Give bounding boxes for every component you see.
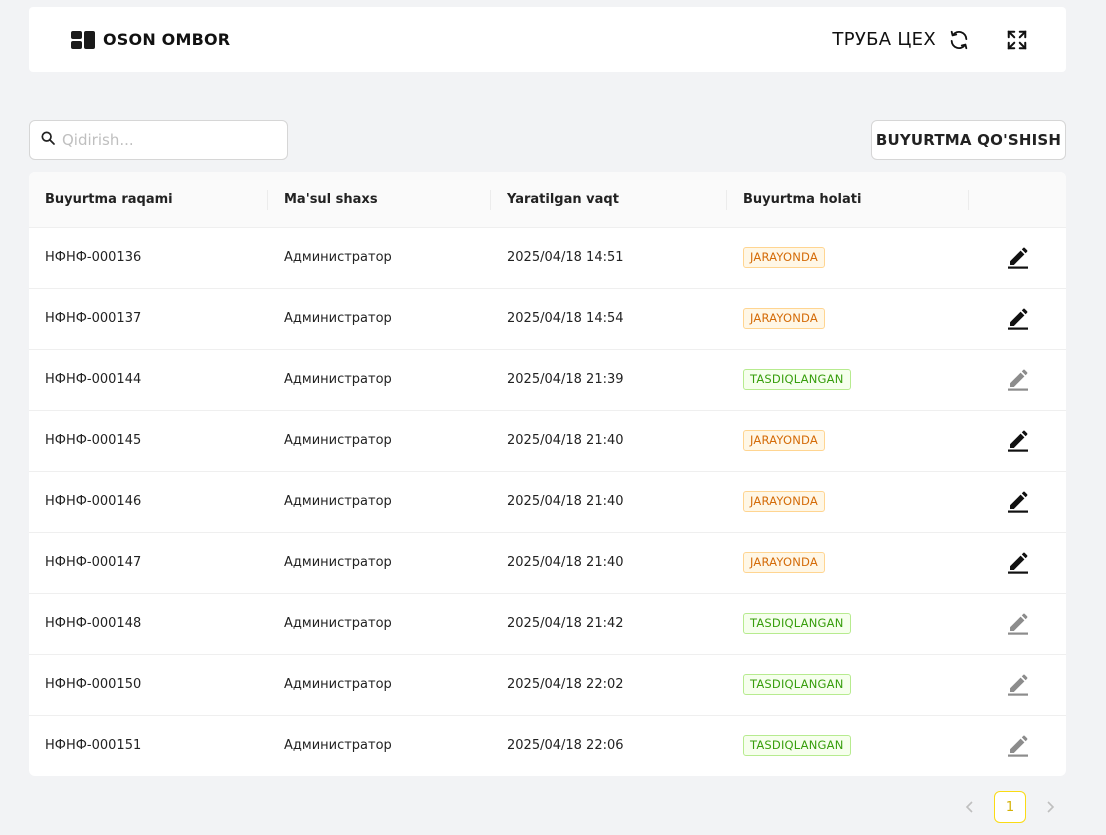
status-cell: JARAYONDA	[727, 410, 969, 471]
created-time: 2025/04/18 22:02	[507, 677, 624, 692]
status-badge: JARAYONDA	[743, 430, 825, 451]
responsible-person: Администратор	[284, 494, 392, 509]
column-header-created: Yaratilgan vaqt	[491, 172, 727, 227]
app-logo-icon	[71, 30, 95, 49]
table-row: НФНФ-000150 Администратор 2025/04/18 22:…	[29, 654, 1066, 715]
table-row: НФНФ-000151 Администратор 2025/04/18 22:…	[29, 715, 1066, 776]
status-cell: TASDIQLANGAN	[727, 593, 969, 654]
status-cell: JARAYONDA	[727, 227, 969, 288]
actions-cell	[969, 288, 1066, 349]
status-badge: JARAYONDA	[743, 247, 825, 268]
responsible-person: Администратор	[284, 372, 392, 387]
edit-icon[interactable]	[1004, 487, 1032, 515]
edit-icon[interactable]	[1004, 304, 1032, 332]
order-number: НФНФ-000144	[45, 372, 142, 387]
responsible-person: Администратор	[284, 616, 392, 631]
status-cell: TASDIQLANGAN	[727, 715, 969, 776]
created-time: 2025/04/18 21:40	[507, 555, 624, 570]
table-row: НФНФ-000147 Администратор 2025/04/18 21:…	[29, 532, 1066, 593]
chevron-right-icon[interactable]	[1034, 791, 1066, 823]
order-number: НФНФ-000150	[45, 677, 142, 692]
column-header-responsible: Ma'sul shaxs	[268, 172, 491, 227]
shop-name: ТРУБА ЦЕХ	[832, 29, 936, 50]
status-cell: JARAYONDA	[727, 532, 969, 593]
top-header: OSON OMBOR ТРУБА ЦЕХ	[29, 7, 1066, 72]
table-header-row: Buyurtma raqami Ma'sul shaxs Yaratilgan …	[29, 172, 1066, 227]
order-number: НФНФ-000136	[45, 250, 142, 265]
created-time: 2025/04/18 22:06	[507, 738, 624, 754]
actions-cell	[969, 410, 1066, 471]
status-cell: TASDIQLANGAN	[727, 349, 969, 410]
search-box[interactable]	[29, 120, 288, 160]
status-badge: TASDIQLANGAN	[743, 735, 851, 757]
status-badge: TASDIQLANGAN	[743, 674, 851, 695]
actions-cell	[969, 227, 1066, 288]
order-number: НФНФ-000151	[45, 738, 142, 754]
chevron-left-icon[interactable]	[954, 791, 986, 823]
created-time: 2025/04/18 14:51	[507, 250, 624, 265]
search-input[interactable]	[62, 131, 277, 149]
actions-cell	[969, 715, 1066, 776]
order-number: НФНФ-000147	[45, 555, 142, 570]
table-row: НФНФ-000145 Администратор 2025/04/18 21:…	[29, 410, 1066, 471]
created-time: 2025/04/18 21:40	[507, 494, 624, 509]
order-number: НФНФ-000148	[45, 616, 142, 631]
table-row: НФНФ-000137 Администратор 2025/04/18 14:…	[29, 288, 1066, 349]
status-cell: JARAYONDA	[727, 471, 969, 532]
orders-table: Buyurtma raqami Ma'sul shaxs Yaratilgan …	[29, 172, 1066, 776]
actions-cell	[969, 349, 1066, 410]
column-header-order-number: Buyurtma raqami	[29, 172, 268, 227]
edit-icon[interactable]	[1004, 731, 1032, 759]
actions-cell	[969, 532, 1066, 593]
search-icon	[40, 130, 56, 150]
status-badge: JARAYONDA	[743, 308, 825, 329]
responsible-person: Администратор	[284, 677, 392, 692]
order-number: НФНФ-000137	[45, 311, 142, 326]
edit-icon[interactable]	[1004, 426, 1032, 454]
page-number-current[interactable]: 1	[994, 791, 1026, 823]
fullscreen-icon[interactable]	[1004, 27, 1030, 53]
order-number: НФНФ-000145	[45, 433, 142, 448]
edit-icon[interactable]	[1004, 548, 1032, 576]
status-cell: JARAYONDA	[727, 288, 969, 349]
refresh-icon[interactable]	[946, 27, 972, 53]
table-row: НФНФ-000144 Администратор 2025/04/18 21:…	[29, 349, 1066, 410]
created-time: 2025/04/18 21:40	[507, 433, 624, 448]
actions-cell	[969, 593, 1066, 654]
actions-cell	[969, 471, 1066, 532]
edit-icon[interactable]	[1004, 670, 1032, 698]
responsible-person: Администратор	[284, 311, 392, 326]
column-header-status: Buyurtma holati	[727, 172, 969, 227]
responsible-person: Администратор	[284, 555, 392, 570]
column-header-actions	[969, 172, 1066, 227]
table-row: НФНФ-000136 Администратор 2025/04/18 14:…	[29, 227, 1066, 288]
created-time: 2025/04/18 21:42	[507, 616, 624, 631]
responsible-person: Администратор	[284, 738, 392, 754]
table-row: НФНФ-000146 Администратор 2025/04/18 21:…	[29, 471, 1066, 532]
status-cell: TASDIQLANGAN	[727, 654, 969, 715]
edit-icon[interactable]	[1004, 243, 1032, 271]
created-time: 2025/04/18 14:54	[507, 311, 624, 326]
brand[interactable]: OSON OMBOR	[71, 30, 230, 49]
pagination: 1	[954, 791, 1066, 823]
order-number: НФНФ-000146	[45, 494, 142, 509]
table-row: НФНФ-000148 Администратор 2025/04/18 21:…	[29, 593, 1066, 654]
add-order-button[interactable]: BUYURTMA QO'SHISH	[871, 120, 1066, 160]
status-badge: TASDIQLANGAN	[743, 369, 851, 390]
responsible-person: Администратор	[284, 433, 392, 448]
status-badge: TASDIQLANGAN	[743, 613, 851, 634]
edit-icon[interactable]	[1004, 609, 1032, 637]
edit-icon[interactable]	[1004, 365, 1032, 393]
status-badge: JARAYONDA	[743, 491, 825, 512]
status-badge: JARAYONDA	[743, 552, 825, 573]
brand-name: OSON OMBOR	[103, 30, 231, 49]
header-actions: ТРУБА ЦЕХ	[832, 27, 1030, 53]
actions-cell	[969, 654, 1066, 715]
created-time: 2025/04/18 21:39	[507, 372, 624, 387]
responsible-person: Администратор	[284, 250, 392, 265]
